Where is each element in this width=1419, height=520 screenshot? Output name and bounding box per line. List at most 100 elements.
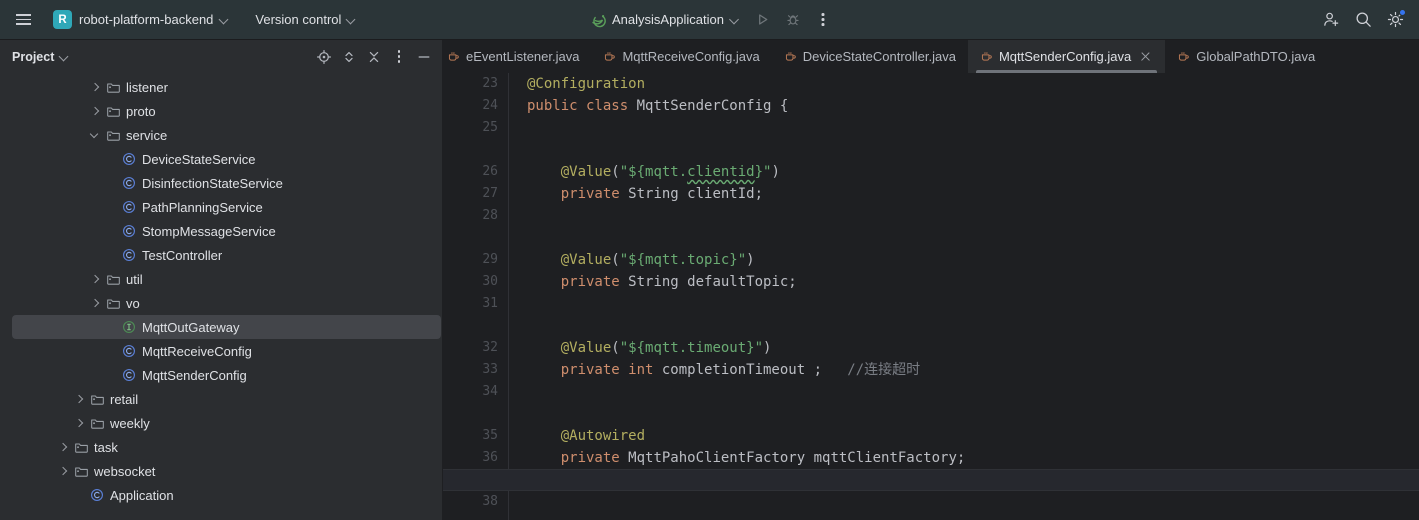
chevron-right-icon[interactable] [88,295,104,311]
editor-tab-label: eEventListener.java [466,49,580,64]
class-icon [120,175,138,191]
search-button[interactable] [1349,6,1377,34]
version-control-selector[interactable]: Version control [248,7,363,33]
tree-item-application[interactable]: Application [0,483,442,507]
settings-button[interactable] [1381,6,1409,34]
tree-item-task[interactable]: task [0,435,442,459]
code-line[interactable]: @Autowired [509,425,1419,447]
code-token: "${mqtt.timeout}" [619,340,764,356]
tree-item-mqttreceiveconfig[interactable]: MqttReceiveConfig [0,339,442,363]
code-line[interactable]: private String defaultTopic; [509,271,1419,293]
tree-item-label: PathPlanningService [142,199,263,215]
collapse-all-button[interactable] [362,45,386,69]
folder-icon [106,83,120,93]
tree-item-label: DisinfectionStateService [142,175,283,191]
code-line[interactable]: @Configuration [509,73,1419,95]
title-bar: R robot-platform-backend Version control… [0,0,1419,40]
run-configuration-selector[interactable]: AnalysisApplication [582,7,747,33]
editor-tab-mqttreceiveconfig-java[interactable]: MqttReceiveConfig.java [591,40,771,73]
editor-tab-bar[interactable]: eEventListener.java MqttReceiveConfig.jav… [443,40,1419,73]
chevron-right-icon[interactable] [72,415,88,431]
code-line[interactable] [509,117,1419,139]
select-opened-file-button[interactable] [312,45,336,69]
project-options-button[interactable] [387,45,411,69]
class-icon [123,249,135,261]
code-line[interactable] [509,293,1419,315]
class-icon [123,153,135,165]
editor-code-content[interactable]: @Configuration public class MqttSenderCon… [443,73,1419,520]
project-tree[interactable]: listener proto service DeviceStateService Di… [0,73,442,520]
run-button[interactable] [749,6,777,34]
chevron-right-icon[interactable] [72,391,88,407]
line-number: 31 [482,296,498,311]
folder-icon [74,467,88,477]
code-line[interactable]: private int completionTimeout ; //连接超时 [509,359,1419,381]
tree-item-stompmessageservice[interactable]: StompMessageService [0,219,442,243]
tree-item-proto[interactable]: proto [0,99,442,123]
hamburger-icon[interactable] [8,5,38,35]
editor-gutter[interactable]: 23242526272829303132333435363738 [443,73,509,520]
run-play-icon [759,14,768,25]
tree-item-vo[interactable]: vo [0,291,442,315]
tree-item-listener[interactable]: listener [0,75,442,99]
code-token: ( [611,340,620,356]
editor-tab-eeventlistener-java[interactable]: eEventListener.java [443,40,591,73]
select-opened-file-icon [317,49,331,64]
editor-tab-devicestatecontroller-java[interactable]: DeviceStateController.java [772,40,968,73]
code-line[interactable] [509,205,1419,227]
chevron-right-icon[interactable] [88,103,104,119]
tree-item-testcontroller[interactable]: TestController [0,243,442,267]
chevron-right-icon[interactable] [88,271,104,287]
code-line[interactable]: private MqttPahoClientFactory mqttClient… [509,447,1419,469]
account-button[interactable] [1317,6,1345,34]
chevron-right-icon[interactable] [88,79,104,95]
code-editor[interactable]: 23242526272829303132333435363738 @Config… [443,73,1419,520]
tree-item-websocket[interactable]: websocket [0,459,442,483]
expand-collapse-button[interactable] [337,45,361,69]
chevron-right-icon[interactable] [56,463,72,479]
debug-button[interactable] [779,6,807,34]
tree-item-disinfectionstateservice[interactable]: DisinfectionStateService [0,171,442,195]
code-line[interactable]: public class MqttSenderConfig { [509,95,1419,117]
code-token: "${mqtt. [619,164,688,180]
code-token: ( [611,252,620,268]
editor-tab-mqttsenderconfig-java[interactable]: MqttSenderConfig.java [967,40,1166,73]
chevron-down-icon[interactable] [60,52,69,61]
folder-icon [104,79,122,95]
editor-tab-globalpathdto-java[interactable]: GlobalPathDTO.java [1165,40,1327,73]
tree-item-pathplanningservice[interactable]: PathPlanningService [0,195,442,219]
tree-item-label: StompMessageService [142,223,276,239]
code-line[interactable]: @Value("${mqtt.clientid}") [509,161,1419,183]
tree-item-devicestateservice[interactable]: DeviceStateService [0,147,442,171]
more-options-icon [397,50,401,63]
code-line[interactable]: @Value("${mqtt.topic}") [509,249,1419,271]
tree-item-service[interactable]: service [0,123,442,147]
tree-item-weekly[interactable]: weekly [0,411,442,435]
code-token: ( [611,164,620,180]
line-number: 34 [482,384,498,399]
tree-item-mqttoutgateway[interactable]: MqttOutGateway [0,315,442,339]
chevron-down-icon[interactable] [88,127,104,143]
close-icon[interactable] [1139,50,1153,64]
tree-item-retail[interactable]: retail [0,387,442,411]
code-line[interactable]: private String clientId; [509,183,1419,205]
class-icon [120,199,138,215]
tree-item-mqttsenderconfig[interactable]: MqttSenderConfig [0,363,442,387]
project-selector[interactable]: R robot-platform-backend [48,7,236,33]
run-more-button[interactable] [809,6,837,34]
hide-panel-button[interactable] [412,45,436,69]
code-line[interactable] [509,469,1419,491]
tree-item-util[interactable]: util [0,267,442,291]
code-line[interactable]: @Value("${mqtt.timeout}") [509,337,1419,359]
chevron-right-icon[interactable] [56,439,72,455]
folder-icon [106,107,120,117]
code-line[interactable] [509,491,1419,513]
collapse-all-icon [369,51,379,62]
code-line[interactable] [509,381,1419,403]
